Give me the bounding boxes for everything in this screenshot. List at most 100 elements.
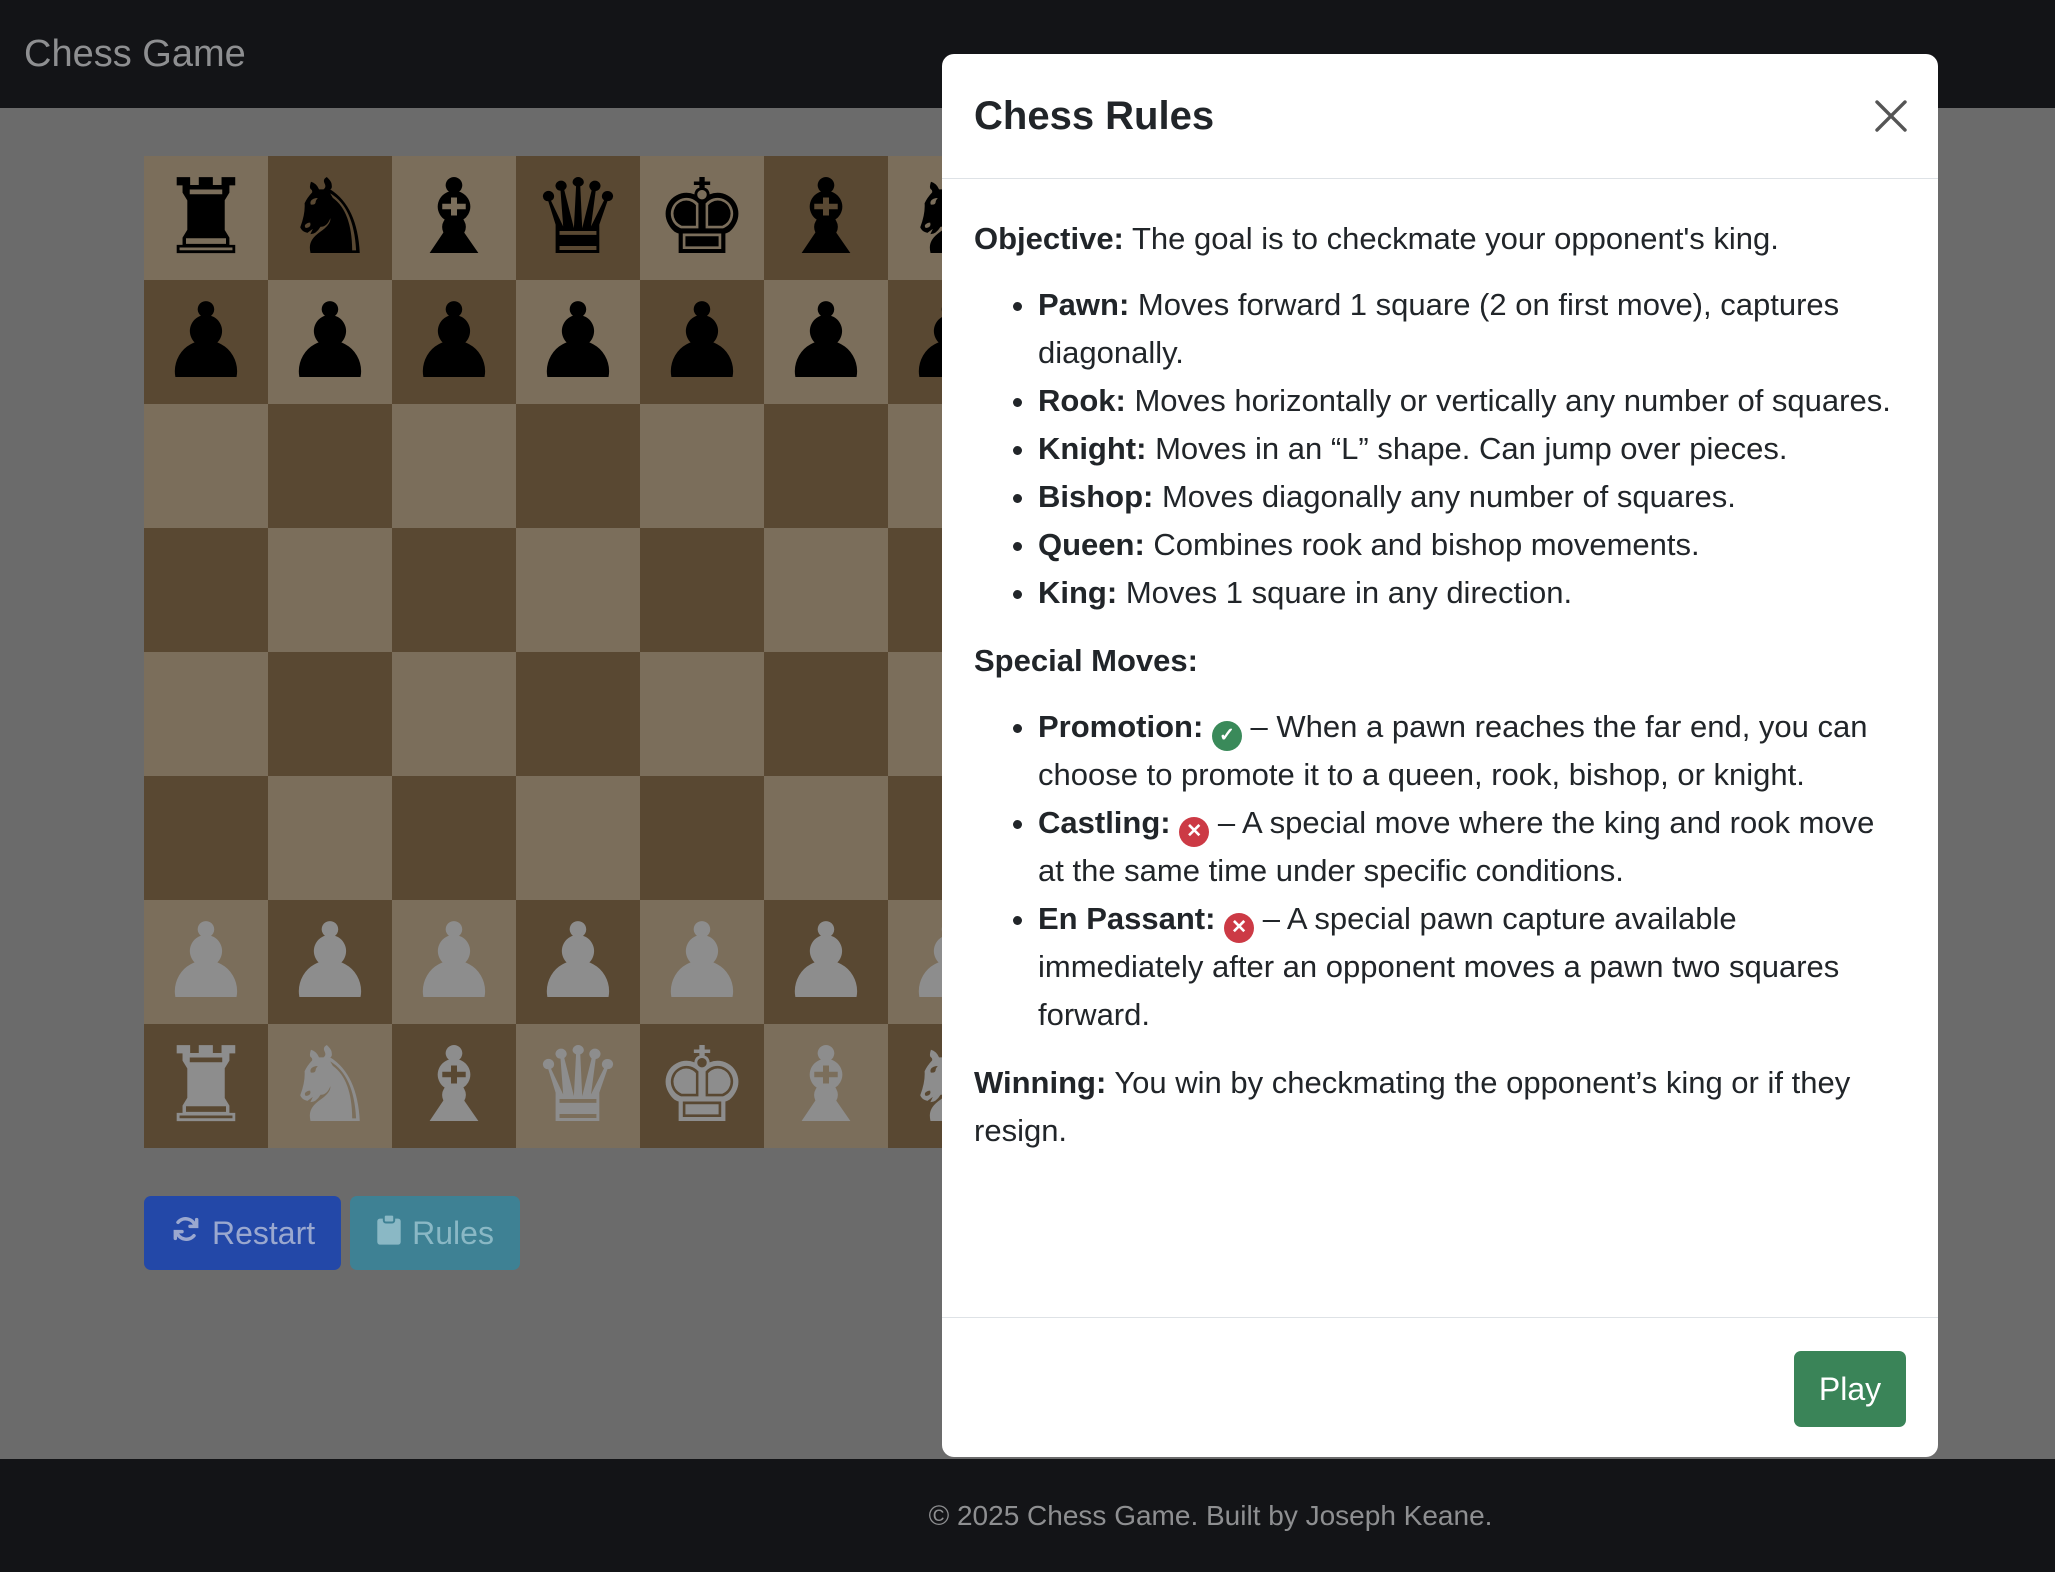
board-square[interactable]: ♟ <box>764 280 888 404</box>
board-square[interactable]: ♟ <box>516 280 640 404</box>
chess-piece[interactable]: ♛ <box>531 166 624 270</box>
board-square[interactable]: ♛ <box>516 156 640 280</box>
winning-text: You win by checkmating the opponent’s ki… <box>974 1065 1851 1148</box>
piece-name: Bishop: <box>1038 479 1154 514</box>
board-square[interactable] <box>640 404 764 528</box>
chess-piece[interactable]: ♟ <box>779 910 872 1014</box>
board-square[interactable] <box>144 528 268 652</box>
chess-piece[interactable]: ♟ <box>159 910 252 1014</box>
piece-name: Queen: <box>1038 527 1145 562</box>
board-square[interactable]: ♝ <box>764 1024 888 1148</box>
board-square[interactable]: ♟ <box>392 900 516 1024</box>
chess-piece[interactable]: ♟ <box>407 290 500 394</box>
chess-piece[interactable]: ♝ <box>779 1034 872 1138</box>
objective-label: Objective: <box>974 221 1124 256</box>
board-square[interactable]: ♚ <box>640 1024 764 1148</box>
board-square[interactable]: ♟ <box>392 280 516 404</box>
board-square[interactable] <box>144 652 268 776</box>
board-square[interactable]: ♟ <box>640 280 764 404</box>
board-square[interactable] <box>392 652 516 776</box>
chess-piece[interactable]: ♟ <box>407 910 500 1014</box>
board-square[interactable] <box>268 652 392 776</box>
brand-title[interactable]: Chess Game <box>24 33 246 76</box>
chess-piece[interactable]: ♝ <box>407 1034 500 1138</box>
board-square[interactable]: ♝ <box>392 156 516 280</box>
board-square[interactable]: ♛ <box>516 1024 640 1148</box>
piece-desc: Moves forward 1 square (2 on first move)… <box>1038 287 1840 370</box>
winning-paragraph: Winning: You win by checkmating the oppo… <box>974 1059 1906 1155</box>
chess-piece[interactable]: ♞ <box>283 166 376 270</box>
chess-piece[interactable]: ♛ <box>531 1034 624 1138</box>
rules-label: Rules <box>412 1214 494 1251</box>
board-square[interactable]: ♜ <box>144 1024 268 1148</box>
board-square[interactable] <box>516 776 640 900</box>
board-square[interactable] <box>144 776 268 900</box>
chess-piece[interactable]: ♟ <box>283 290 376 394</box>
board-square[interactable]: ♟ <box>764 900 888 1024</box>
chess-piece[interactable]: ♞ <box>283 1034 376 1138</box>
rules-modal: Chess Rules Objective: The goal is to ch… <box>942 54 1938 1457</box>
list-item: Knight: Moves in an “L” shape. Can jump … <box>1038 425 1906 473</box>
board-square[interactable] <box>268 528 392 652</box>
board-square[interactable]: ♞ <box>268 156 392 280</box>
chess-piece[interactable]: ♚ <box>655 1034 748 1138</box>
board-square[interactable] <box>516 528 640 652</box>
piece-list: Pawn: Moves forward 1 square (2 on first… <box>974 281 1906 617</box>
piece-name: Knight: <box>1038 431 1147 466</box>
chess-piece[interactable]: ♟ <box>531 290 624 394</box>
board-square[interactable] <box>392 528 516 652</box>
control-buttons: Restart Rules <box>144 1196 520 1270</box>
winning-label: Winning: <box>974 1065 1107 1100</box>
chess-piece[interactable]: ♜ <box>159 1034 252 1138</box>
board-square[interactable] <box>764 404 888 528</box>
board-square[interactable]: ♚ <box>640 156 764 280</box>
chess-piece[interactable]: ♚ <box>655 166 748 270</box>
board-square[interactable] <box>640 528 764 652</box>
close-icon[interactable] <box>1874 90 1908 142</box>
board-square[interactable] <box>640 652 764 776</box>
board-square[interactable] <box>516 404 640 528</box>
check-icon: ✓ <box>1211 720 1242 751</box>
board-square[interactable] <box>392 404 516 528</box>
board-square[interactable] <box>268 404 392 528</box>
modal-header: Chess Rules <box>942 54 1938 179</box>
board-square[interactable] <box>764 528 888 652</box>
chess-piece[interactable]: ♟ <box>283 910 376 1014</box>
rules-button[interactable]: Rules <box>350 1196 520 1270</box>
list-item: Rook: Moves horizontally or vertically a… <box>1038 377 1906 425</box>
play-button[interactable]: Play <box>1794 1351 1906 1427</box>
board-square[interactable] <box>392 776 516 900</box>
chess-piece[interactable]: ♟ <box>655 290 748 394</box>
piece-desc: Combines rook and bishop movements. <box>1144 527 1700 562</box>
chess-piece[interactable]: ♟ <box>655 910 748 1014</box>
piece-desc: Moves 1 square in any direction. <box>1117 575 1573 610</box>
chess-piece[interactable]: ♟ <box>779 290 872 394</box>
board-square[interactable]: ♜ <box>144 156 268 280</box>
board-square[interactable]: ♝ <box>764 156 888 280</box>
board-square[interactable] <box>764 652 888 776</box>
chess-piece[interactable]: ♝ <box>407 166 500 270</box>
board-square[interactable]: ♟ <box>144 280 268 404</box>
board-square[interactable]: ♟ <box>268 280 392 404</box>
piece-desc: Moves in an “L” shape. Can jump over pie… <box>1146 431 1788 466</box>
chess-piece[interactable]: ♟ <box>159 290 252 394</box>
chess-piece[interactable]: ♝ <box>779 166 872 270</box>
board-square[interactable]: ♟ <box>268 900 392 1024</box>
board-square[interactable] <box>516 652 640 776</box>
modal-title: Chess Rules <box>974 93 1215 138</box>
board-square[interactable]: ♞ <box>268 1024 392 1148</box>
objective-paragraph: Objective: The goal is to checkmate your… <box>974 215 1906 263</box>
chess-piece[interactable]: ♜ <box>159 166 252 270</box>
board-square[interactable] <box>764 776 888 900</box>
move-name: Promotion: <box>1038 709 1204 744</box>
chess-piece[interactable]: ♟ <box>531 910 624 1014</box>
board-square[interactable] <box>144 404 268 528</box>
board-square[interactable]: ♝ <box>392 1024 516 1148</box>
board-square[interactable]: ♟ <box>144 900 268 1024</box>
board-square[interactable]: ♟ <box>640 900 764 1024</box>
board-square[interactable]: ♟ <box>516 900 640 1024</box>
board-square[interactable] <box>268 776 392 900</box>
board-square[interactable] <box>640 776 764 900</box>
list-item: Castling: ✕ – A special move where the k… <box>1038 799 1906 895</box>
restart-button[interactable]: Restart <box>144 1196 342 1270</box>
